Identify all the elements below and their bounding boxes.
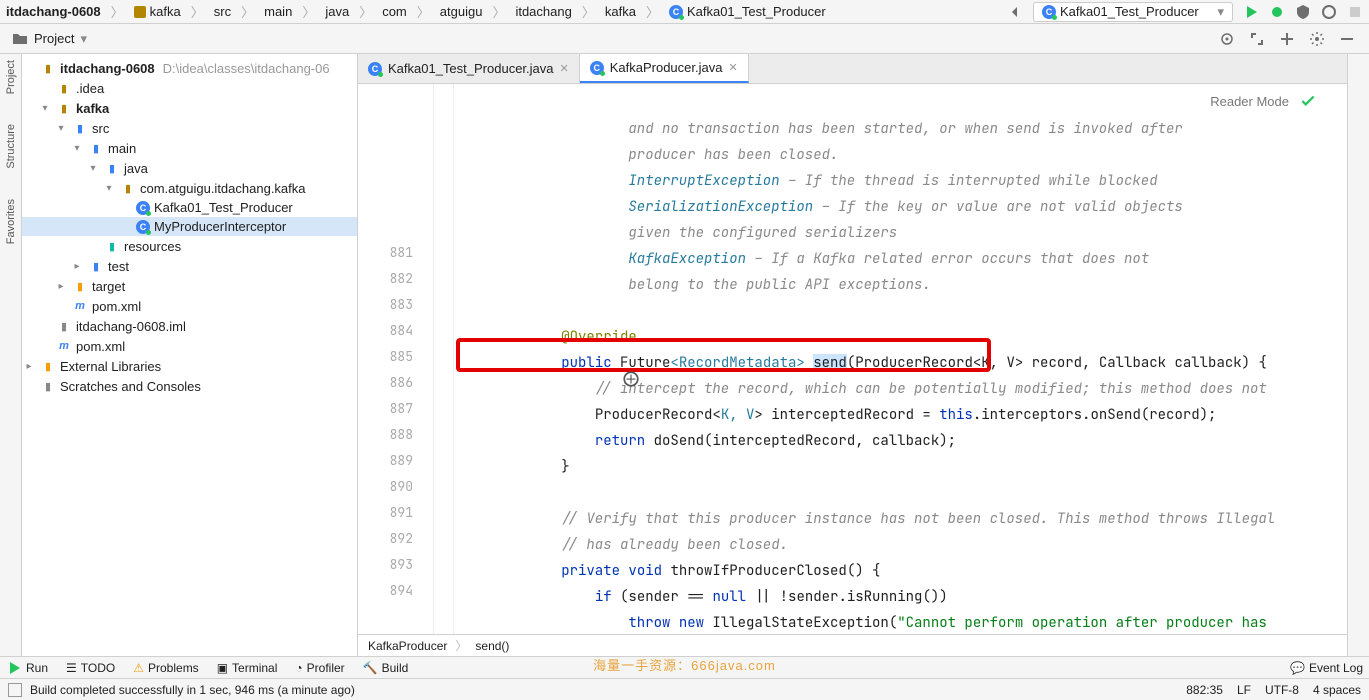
nav-breadcrumb-bar: itdachang-0608〉 kafka〉 src〉 main〉 java〉 … bbox=[0, 0, 1369, 24]
tab-kafka01[interactable]: CKafka01_Test_Producer.java✕ bbox=[358, 54, 580, 83]
statusbar-icon[interactable] bbox=[8, 683, 22, 697]
problems-toolwindow[interactable]: ⚠Problems bbox=[133, 661, 198, 675]
indent[interactable]: 4 spaces bbox=[1313, 683, 1361, 697]
coverage-icon[interactable] bbox=[1295, 4, 1311, 20]
build-toolwindow[interactable]: 🔨Build bbox=[363, 661, 409, 675]
eventlog-toolwindow[interactable]: 💬Event Log bbox=[1290, 661, 1363, 675]
close-icon[interactable]: ✕ bbox=[560, 62, 569, 75]
encoding[interactable]: UTF-8 bbox=[1265, 683, 1299, 697]
locate-icon[interactable] bbox=[1219, 31, 1235, 47]
hide-icon[interactable] bbox=[1339, 31, 1355, 47]
breadcrumb[interactable]: itdachang-0608〉 kafka〉 src〉 main〉 java〉 … bbox=[6, 2, 826, 21]
caret-position[interactable]: 882:35 bbox=[1186, 683, 1223, 697]
mouse-cursor-icon bbox=[622, 370, 640, 388]
project-stripe-button[interactable]: Project bbox=[5, 60, 17, 94]
stop-icon[interactable] bbox=[1347, 4, 1363, 20]
tree-node-selected: CMyProducerInterceptor bbox=[22, 217, 357, 236]
todo-toolwindow[interactable]: ☰TODO bbox=[66, 661, 115, 675]
run-config-select[interactable]: CKafka01_Test_Producer ▾ bbox=[1033, 2, 1233, 22]
crumb-root[interactable]: itdachang-0608 bbox=[6, 4, 101, 19]
run-config-label: Kafka01_Test_Producer bbox=[1060, 4, 1199, 19]
build-status: Build completed successfully in 1 sec, 9… bbox=[30, 683, 355, 697]
project-tree[interactable]: ▮itdachang-0608D:\idea\classes\itdachang… bbox=[22, 54, 358, 656]
favorites-stripe-button[interactable]: Favorites bbox=[5, 199, 17, 244]
debug-icon[interactable] bbox=[1269, 4, 1285, 20]
watermark: 海量一手资源：666java.com bbox=[593, 655, 776, 674]
line-gutter: 881 882 883884885 886887888 889890891 89… bbox=[358, 84, 434, 634]
line-ending[interactable]: LF bbox=[1237, 683, 1251, 697]
status-bar: Build completed successfully in 1 sec, 9… bbox=[0, 678, 1369, 700]
code-editor[interactable]: and no transaction has been started, or … bbox=[454, 84, 1347, 634]
run-toolwindow[interactable]: Run bbox=[6, 660, 48, 676]
editor-tabs: CKafka01_Test_Producer.java✕ CKafkaProdu… bbox=[358, 54, 1347, 84]
structure-stripe-button[interactable]: Structure bbox=[5, 124, 17, 169]
project-tool-title[interactable]: Project ▾ bbox=[6, 29, 93, 49]
left-toolstrip: Project Structure Favorites bbox=[0, 54, 22, 656]
profiler-toolwindow[interactable]: ◔Profiler bbox=[295, 661, 344, 675]
project-icon bbox=[12, 31, 28, 47]
editor-crumbs[interactable]: KafkaProducer〉send() bbox=[358, 634, 1347, 656]
terminal-toolwindow[interactable]: ▣Terminal bbox=[217, 661, 278, 675]
right-toolstrip bbox=[1347, 54, 1369, 656]
collapse-icon[interactable] bbox=[1279, 31, 1295, 47]
run-icon[interactable] bbox=[1243, 4, 1259, 20]
tab-kafkaproducer[interactable]: CKafkaProducer.java✕ bbox=[580, 54, 749, 83]
back-icon[interactable] bbox=[1007, 4, 1023, 20]
profiler-icon[interactable] bbox=[1321, 4, 1337, 20]
expand-icon[interactable] bbox=[1249, 31, 1265, 47]
close-icon[interactable]: ✕ bbox=[728, 61, 737, 74]
project-toolbar: Project ▾ bbox=[0, 24, 1369, 54]
gear-icon[interactable] bbox=[1309, 31, 1325, 47]
